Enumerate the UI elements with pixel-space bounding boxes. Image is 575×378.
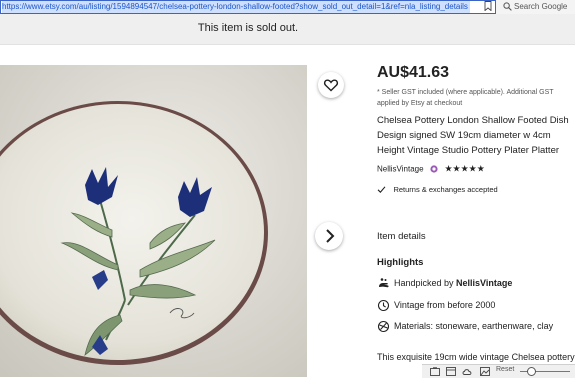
clock-icon: [377, 299, 390, 312]
search-box[interactable]: Search Google: [500, 0, 575, 14]
price: AU$41.63: [377, 64, 450, 81]
product-image[interactable]: [0, 65, 307, 377]
plate-illustration: [0, 65, 307, 377]
shop-name[interactable]: NellisVintage: [377, 164, 424, 173]
favorite-button[interactable]: [318, 72, 344, 98]
highlights-heading: Highlights: [377, 257, 424, 268]
highlight-handpicked-prefix: Handpicked by: [394, 278, 457, 288]
zoom-slider-thumb[interactable]: [527, 367, 536, 376]
materials-icon: [377, 320, 390, 333]
next-image-button[interactable]: [315, 222, 343, 250]
description-preview: This exquisite 19cm wide vintage Chelsea…: [377, 352, 575, 362]
bookmark-icon[interactable]: [484, 1, 492, 11]
cloud-icon[interactable]: [462, 367, 472, 376]
address-bar-url[interactable]: https://www.etsy.com/au/listing/15948945…: [2, 1, 470, 13]
highlight-vintage-text: Vintage from before 2000: [394, 300, 496, 310]
returns-info: Returns & exchanges accepted: [377, 181, 498, 195]
chevron-right-icon: [326, 229, 335, 243]
image-toggle-icon[interactable]: [480, 367, 490, 376]
highlight-shop-link[interactable]: NellisVintage: [456, 278, 512, 288]
listing-title: Chelsea Pottery London Shallow Footed Di…: [377, 115, 569, 156]
heart-icon: [323, 79, 339, 92]
hand-icon: [379, 278, 389, 288]
checkmark-icon: [377, 186, 386, 194]
sold-out-text: This item is sold out.: [197, 22, 299, 34]
address-bar[interactable]: https://www.etsy.com/au/listing/15948945…: [0, 0, 496, 14]
browser-status-bar: Reset: [422, 364, 575, 378]
shop-rating: NellisVintage ★★★★★: [377, 160, 485, 174]
gst-note: * Seller GST included (where applicable)…: [377, 89, 554, 107]
rating-stars: ★★★★★: [444, 163, 485, 174]
returns-text: Returns & exchanges accepted: [393, 185, 498, 195]
search-icon: [503, 2, 512, 11]
screenshot-icon[interactable]: [430, 367, 440, 376]
item-details-toggle[interactable]: Item details: [377, 231, 426, 242]
browser-toolbar: https://www.etsy.com/au/listing/15948945…: [0, 0, 575, 15]
zoom-reset-label[interactable]: Reset: [496, 366, 514, 373]
star-seller-badge-icon: [430, 165, 438, 173]
devtools-icon[interactable]: [446, 367, 456, 376]
highlight-materials-text: Materials: stoneware, earthenware, clay: [394, 321, 554, 331]
sold-out-banner: This item is sold out.: [0, 14, 575, 45]
search-placeholder[interactable]: Search Google: [514, 1, 567, 13]
